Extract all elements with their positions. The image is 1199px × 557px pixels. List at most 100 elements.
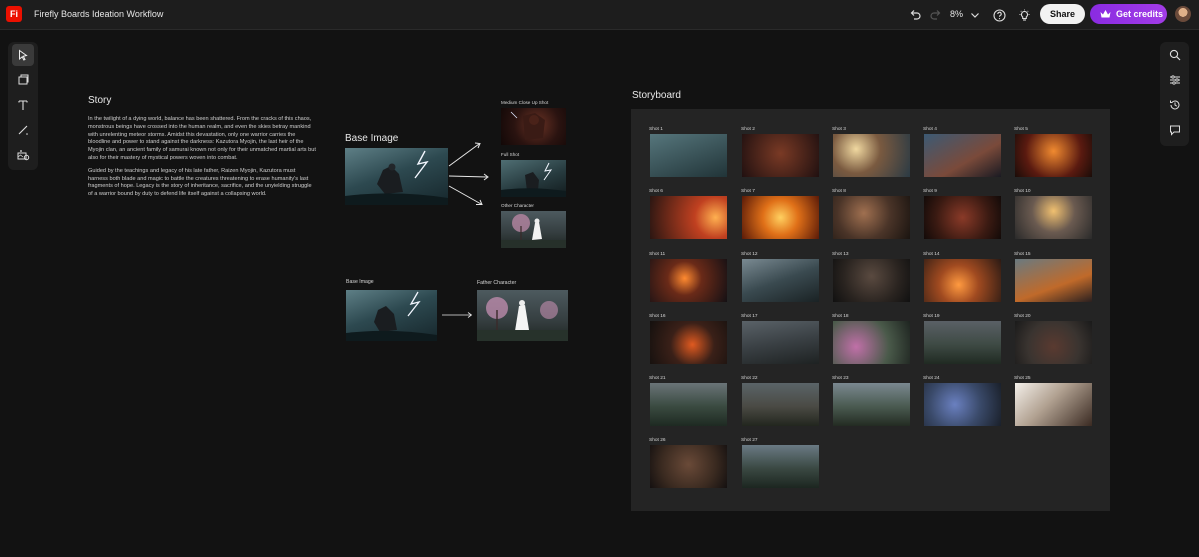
- undo-icon[interactable]: [906, 6, 924, 24]
- shot-thumbnail[interactable]: [1015, 134, 1092, 177]
- shot-thumbnail[interactable]: [742, 445, 819, 488]
- adjust-button[interactable]: [1164, 69, 1185, 90]
- lightbulb-icon[interactable]: [1015, 6, 1033, 24]
- shot-thumbnail[interactable]: [742, 196, 819, 239]
- base-image-label: Base Image: [346, 279, 374, 285]
- shot-label: Shot 22: [741, 376, 758, 381]
- output-label: Other Character: [501, 203, 534, 208]
- father-character-label: Father Character: [477, 280, 517, 286]
- other-character-image[interactable]: [501, 211, 566, 248]
- shot-label: Shot 3: [832, 127, 846, 132]
- line-icon: [17, 124, 29, 136]
- shot-thumbnail[interactable]: [924, 134, 1001, 177]
- redo-icon[interactable]: [927, 6, 945, 24]
- story-heading[interactable]: Story: [88, 95, 111, 106]
- shot-thumbnail[interactable]: [650, 321, 727, 364]
- shot-thumbnail[interactable]: [650, 259, 727, 302]
- search-icon: [1169, 49, 1181, 61]
- help-icon[interactable]: [990, 6, 1008, 24]
- text-icon: [17, 99, 29, 111]
- shot-label: Shot 13: [832, 252, 849, 257]
- avatar[interactable]: [1175, 6, 1191, 22]
- shot-thumbnail[interactable]: [1015, 259, 1092, 302]
- shot-thumbnail[interactable]: [742, 321, 819, 364]
- document-title[interactable]: Firefly Boards Ideation Workflow: [34, 9, 163, 19]
- insert-image-icon: [17, 74, 29, 86]
- medium-close-up-image[interactable]: [501, 108, 566, 145]
- shot-thumbnail[interactable]: [833, 259, 910, 302]
- shot-thumbnail[interactable]: [833, 321, 910, 364]
- shot-label: Shot 10: [1014, 189, 1031, 194]
- shot-thumbnail[interactable]: [924, 383, 1001, 426]
- get-credits-label: Get credits: [1116, 9, 1164, 19]
- output-label: Full Shot: [501, 152, 520, 157]
- generate-tool-button[interactable]: [12, 144, 34, 166]
- story-paragraph: In the twilight of a dying world, balanc…: [88, 116, 316, 161]
- comment-button[interactable]: [1164, 119, 1185, 140]
- story-text-block[interactable]: In the twilight of a dying world, balanc…: [88, 116, 316, 204]
- app-logo[interactable]: Fi: [6, 6, 22, 22]
- father-base-image[interactable]: [346, 290, 437, 341]
- shot-thumbnail[interactable]: [650, 445, 727, 488]
- top-bar: Fi Firefly Boards Ideation Workflow 8% S…: [0, 0, 1199, 30]
- shot-thumbnail[interactable]: [833, 134, 910, 177]
- shot-label: Shot 2: [741, 127, 755, 132]
- text-tool-button[interactable]: [12, 94, 34, 116]
- shot-thumbnail[interactable]: [1015, 383, 1092, 426]
- base-image[interactable]: [345, 148, 448, 205]
- shot-thumbnail[interactable]: [1015, 196, 1092, 239]
- storyboard-heading[interactable]: Storyboard: [632, 90, 681, 101]
- shot-label: Shot 9: [923, 189, 937, 194]
- zoom-level[interactable]: 8%: [950, 9, 963, 19]
- shot-label: Shot 6: [649, 189, 663, 194]
- select-icon: [17, 49, 29, 61]
- shot-label: Shot 26: [649, 438, 666, 443]
- connector-arrow: [442, 312, 473, 318]
- shot-label: Shot 18: [832, 314, 849, 319]
- base-image-heading[interactable]: Base Image: [345, 133, 398, 144]
- shot-thumbnail[interactable]: [924, 321, 1001, 364]
- left-toolbar: [8, 42, 38, 170]
- shot-label: Shot 21: [649, 376, 666, 381]
- shot-label: Shot 23: [832, 376, 849, 381]
- shot-thumbnail[interactable]: [650, 134, 727, 177]
- story-paragraph: Guided by the teachings and legacy of hi…: [88, 167, 312, 198]
- connector-arrows: [448, 142, 489, 205]
- insert-image-button[interactable]: [12, 69, 34, 91]
- shot-thumbnail[interactable]: [924, 196, 1001, 239]
- line-tool-button[interactable]: [12, 119, 34, 141]
- comment-icon: [1169, 124, 1181, 136]
- shot-thumbnail[interactable]: [650, 196, 727, 239]
- shot-thumbnail[interactable]: [924, 259, 1001, 302]
- shot-label: Shot 11: [649, 252, 666, 257]
- shot-label: Shot 24: [923, 376, 940, 381]
- shot-thumbnail[interactable]: [1015, 321, 1092, 364]
- shot-label: Shot 8: [832, 189, 846, 194]
- shot-label: Shot 20: [1014, 314, 1031, 319]
- shot-label: Shot 4: [923, 127, 937, 132]
- generate-icon: [17, 149, 30, 161]
- shot-thumbnail[interactable]: [742, 259, 819, 302]
- get-credits-button[interactable]: Get credits: [1090, 4, 1167, 24]
- shot-label: Shot 16: [649, 314, 666, 319]
- crown-icon: [1100, 9, 1111, 19]
- shot-label: Shot 27: [741, 438, 758, 443]
- history-icon: [1169, 99, 1181, 111]
- share-button[interactable]: Share: [1040, 4, 1085, 24]
- full-shot-image[interactable]: [501, 160, 566, 197]
- shot-thumbnail[interactable]: [833, 383, 910, 426]
- adjust-icon: [1169, 74, 1181, 86]
- shot-label: Shot 7: [741, 189, 755, 194]
- chevron-down-icon[interactable]: [966, 6, 984, 24]
- shot-label: Shot 17: [741, 314, 758, 319]
- shot-label: Shot 5: [1014, 127, 1028, 132]
- shot-thumbnail[interactable]: [650, 383, 727, 426]
- father-character-image[interactable]: [477, 290, 568, 341]
- shot-thumbnail[interactable]: [742, 383, 819, 426]
- shot-thumbnail[interactable]: [742, 134, 819, 177]
- output-label: Medium Close Up Shot: [501, 100, 549, 105]
- history-button[interactable]: [1164, 94, 1185, 115]
- select-tool-button[interactable]: [12, 44, 34, 66]
- search-button[interactable]: [1164, 44, 1185, 65]
- shot-thumbnail[interactable]: [833, 196, 910, 239]
